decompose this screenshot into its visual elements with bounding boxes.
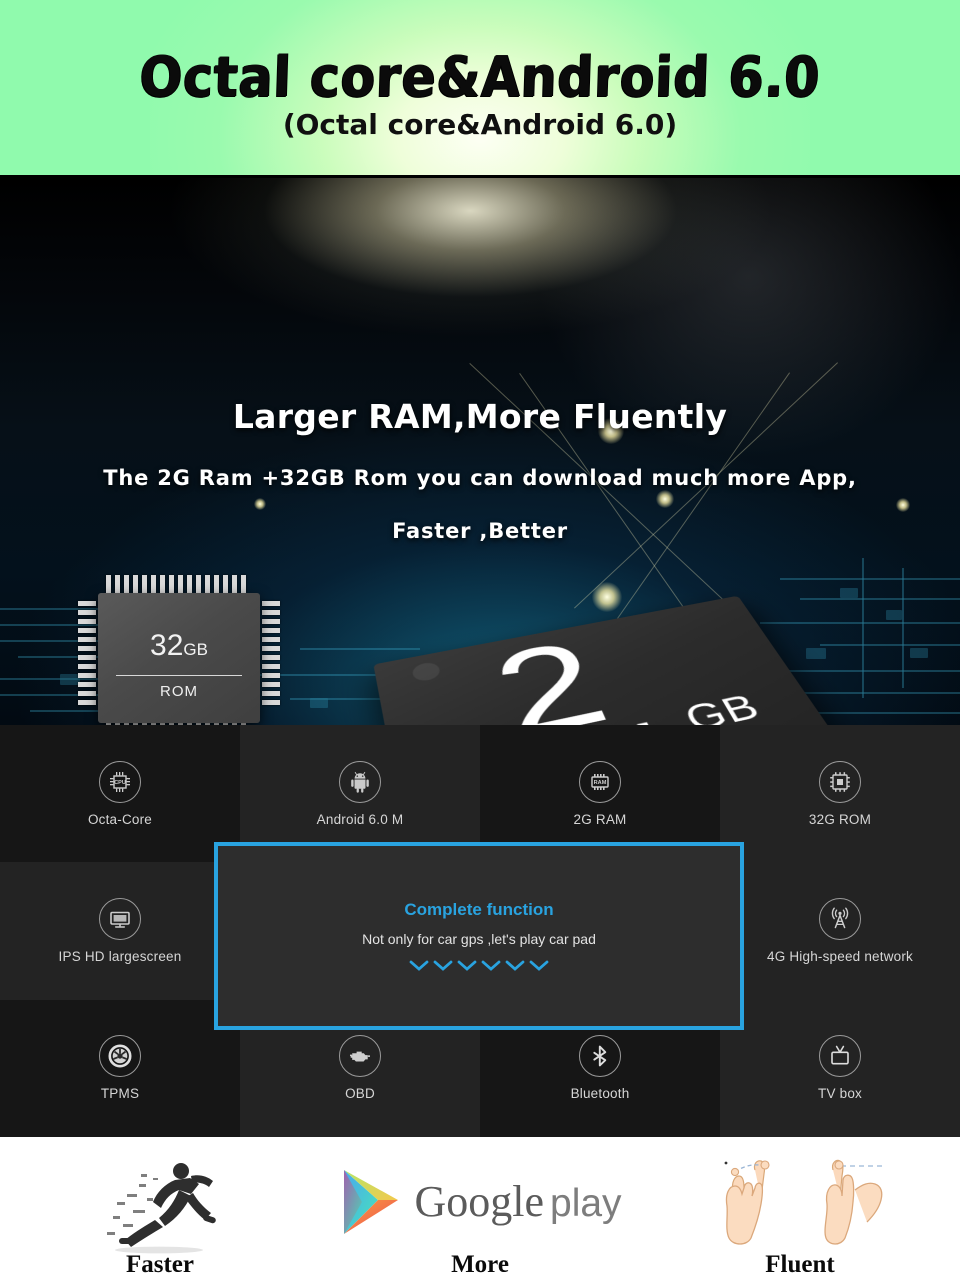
feature-label: OBD — [345, 1086, 375, 1102]
feature-4g-network[interactable]: 4G High-speed network — [720, 862, 960, 1000]
benefit-fluent: Fluent — [640, 1137, 960, 1280]
feature-label: Bluetooth — [570, 1086, 630, 1102]
feature-rom-capacity[interactable]: 32G ROM — [720, 725, 960, 863]
svg-text:RAM: RAM — [594, 780, 607, 786]
complete-function-card[interactable]: Complete function Not only for car gps ,… — [214, 842, 744, 1030]
cpu-icon: CPU — [99, 760, 141, 803]
rom-chip-body: 32GB ROM — [98, 593, 260, 723]
google-play-word: Google — [414, 1176, 544, 1226]
feature-label: 4G High-speed network — [766, 948, 914, 964]
chevron-down-icon — [457, 960, 477, 971]
rom-capacity: 32GB — [150, 629, 208, 662]
rom-label: ROM — [160, 683, 198, 700]
hero-subtitle: (Octal core&Android 6.0) — [282, 108, 678, 141]
chevron-down-icon — [505, 960, 525, 971]
pinch-gesture-icon — [711, 1154, 889, 1250]
rom-chip-graphic: 32GB ROM — [73, 573, 285, 725]
benefit-faster: Faster — [0, 1137, 320, 1280]
chevron-row — [409, 960, 549, 972]
benefit-more: Google play More — [320, 1137, 640, 1280]
google-play-icon: Google play — [338, 1166, 622, 1238]
runner-icon — [107, 1162, 216, 1253]
hero-title: Octal core&Android 6.0 — [138, 44, 822, 110]
banner-line-1: The 2G Ram +32GB Rom you can download mu… — [103, 466, 857, 490]
benefit-label: Fluent — [765, 1251, 835, 1278]
benefit-label: More — [451, 1251, 509, 1278]
tv-icon — [819, 1035, 861, 1078]
feature-label: TV box — [818, 1086, 862, 1102]
feature-octa-core[interactable]: CPU Octa-Core — [0, 725, 240, 863]
banner-line-2: Faster ,Better — [392, 519, 568, 543]
feature-label: TPMS — [100, 1086, 140, 1102]
feature-label: 2G RAM — [573, 811, 627, 827]
ram-rom-banner: Larger RAM,More Fluently The 2G Ram +32G… — [0, 178, 960, 725]
hero-banner: Octal core&Android 6.0 (Octal core&Andro… — [0, 0, 960, 178]
feature-ips-screen[interactable]: IPS HD largescreen — [0, 862, 240, 1000]
feature-tv-box[interactable]: TV box — [720, 999, 960, 1137]
chevron-down-icon — [433, 960, 453, 971]
svg-text:CPU: CPU — [114, 780, 126, 786]
rom-chip-icon — [819, 760, 861, 803]
ram-capacity: 2 — [479, 619, 628, 725]
google-play-play-word: play — [550, 1181, 622, 1225]
product-detail-page: Octal core&Android 6.0 (Octal core&Andro… — [0, 0, 960, 1280]
feature-label: Android 6.0 M — [316, 811, 404, 827]
feature-label: IPS HD largescreen — [58, 948, 182, 964]
banner-heading: Larger RAM,More Fluently — [232, 397, 728, 436]
promo-title: Complete function — [404, 900, 554, 919]
android-icon — [339, 760, 381, 803]
feature-label: 32G ROM — [808, 811, 872, 827]
engine-icon — [339, 1035, 381, 1078]
chevron-down-icon — [529, 960, 549, 971]
benefits-footer: Faster Google play More Fluent — [0, 1137, 960, 1280]
feature-label: Octa-Core — [87, 811, 153, 827]
bluetooth-icon — [579, 1035, 621, 1078]
antenna-icon — [819, 897, 861, 940]
rom-divider — [116, 675, 242, 676]
monitor-icon — [99, 897, 141, 940]
chevron-down-icon — [409, 960, 429, 971]
chevron-down-icon — [481, 960, 501, 971]
promo-subtitle: Not only for car gps ,let's play car pad — [362, 931, 596, 947]
benefit-label: Faster — [125, 1251, 195, 1278]
tire-icon — [99, 1035, 141, 1078]
ram-unit: GB — [677, 687, 768, 725]
feature-tpms[interactable]: TPMS — [0, 999, 240, 1137]
ram-chip-icon: RAM — [579, 760, 621, 803]
